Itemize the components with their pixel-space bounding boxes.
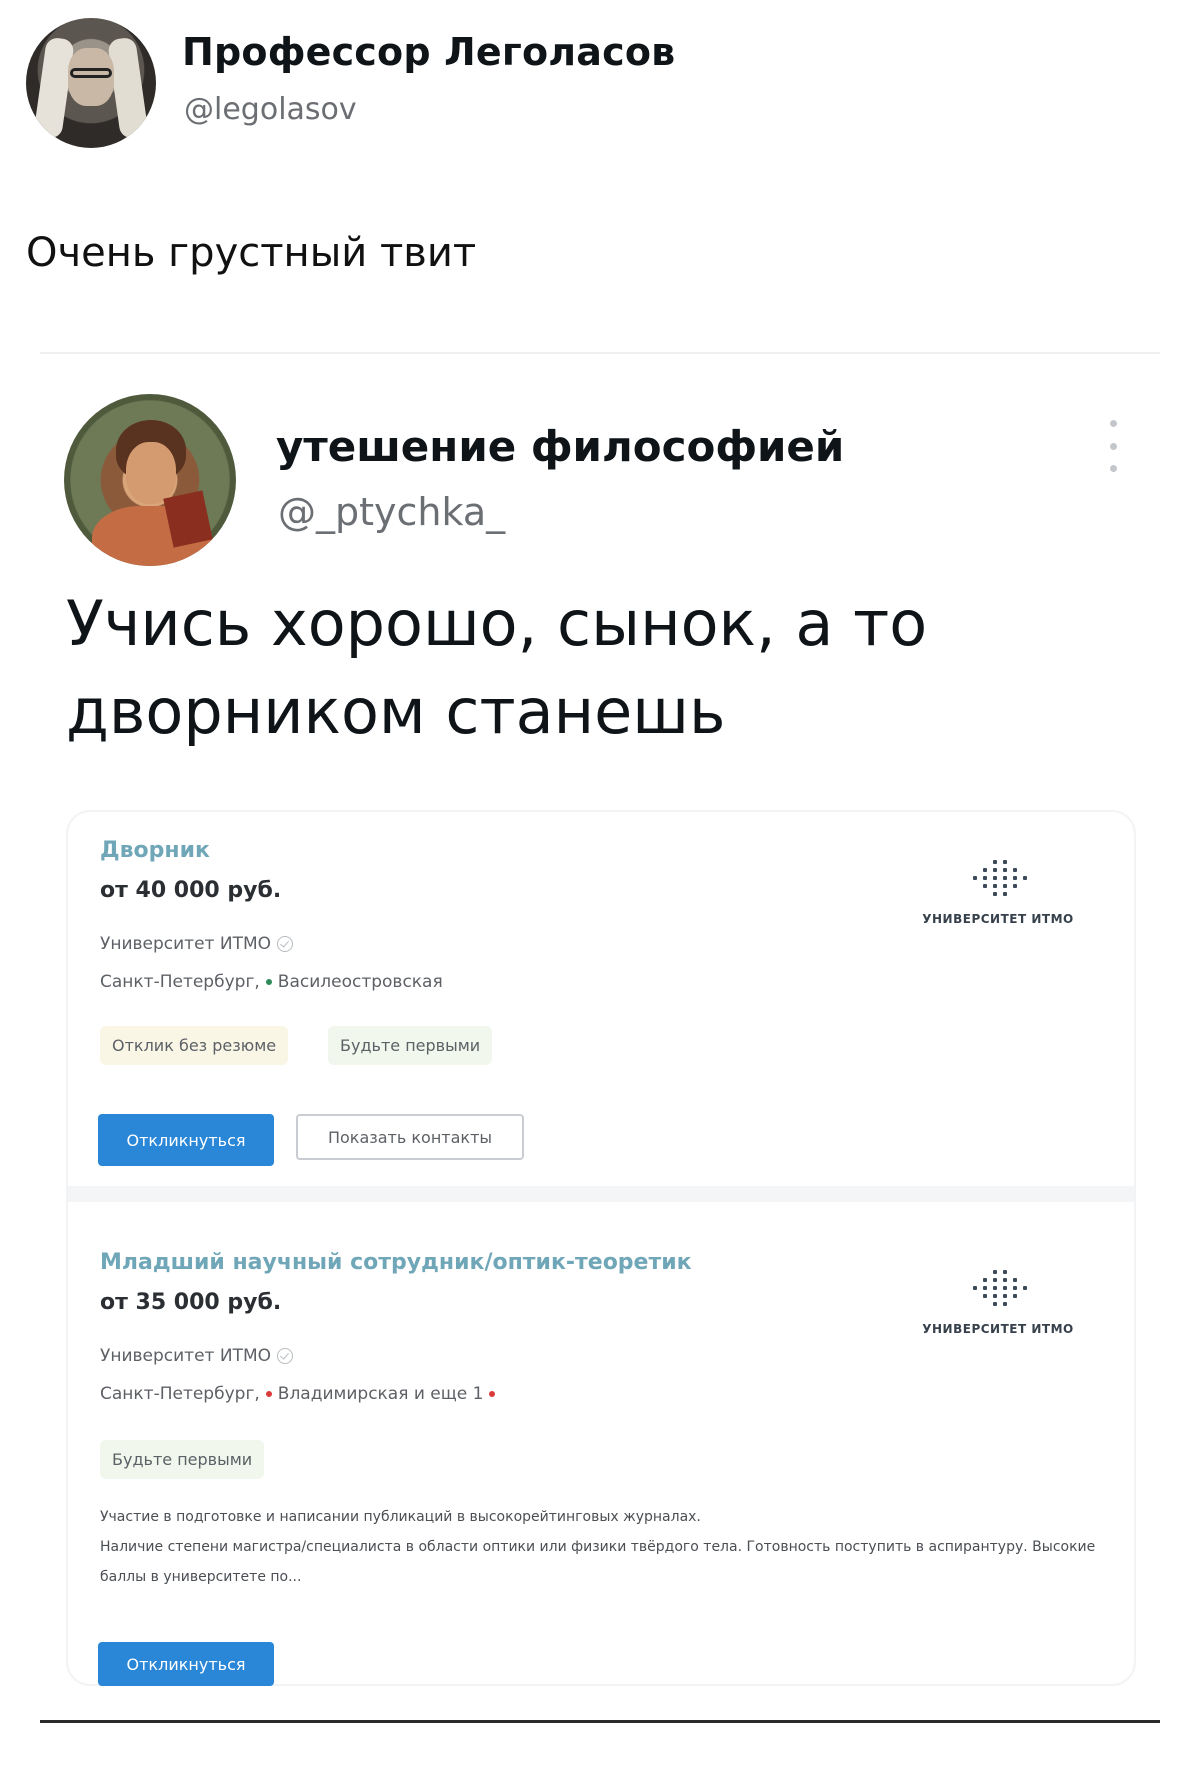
inner-author-avatar[interactable] (64, 394, 236, 566)
inner-author-handle[interactable]: @_ptychka_ (278, 490, 505, 534)
city: Санкт-Петербург, (100, 972, 260, 992)
apply-button[interactable]: Откликнуться (98, 1114, 274, 1166)
outer-author-handle[interactable]: @legolasov (184, 92, 357, 127)
vacancy-description-line: Участие в подготовке и написании публика… (100, 1509, 701, 1525)
vacancy-description: Участие в подготовке и написании публика… (100, 1502, 1100, 1592)
vacancy-title-link[interactable]: Младший научный сотрудник/оптик-теоретик (100, 1250, 692, 1275)
employer-name[interactable]: Университет ИТМО (100, 934, 271, 954)
vacancy-salary: от 40 000 руб. (100, 878, 282, 903)
itmo-logo-mark-icon (953, 856, 1043, 906)
metro-dot-icon (265, 1391, 272, 1397)
vacancy-location: Санкт-Петербург, Владимирская и еще 1 (100, 1384, 501, 1404)
tag-no-resume: Отклик без резюме (100, 1026, 289, 1065)
city: Санкт-Петербург, (100, 1384, 260, 1404)
itmo-logo-text: УНИВЕРСИТЕТ ИТМО (922, 912, 1074, 926)
vacancy-employer[interactable]: Университет ИТМО (100, 1346, 294, 1366)
vacancy-employer[interactable]: Университет ИТМО (100, 934, 294, 954)
outer-tweet-text: Очень грустный твит (26, 230, 477, 276)
metro-dot-icon (489, 1391, 496, 1397)
itmo-logo[interactable]: УНИВЕРСИТЕТ ИТМО (898, 1266, 1098, 1336)
metro-dot-icon (265, 979, 272, 985)
apply-button[interactable]: Откликнуться (98, 1642, 274, 1686)
vacancy-title-link[interactable]: Дворник (100, 838, 210, 863)
divider (40, 352, 1160, 354)
outer-author-avatar[interactable] (26, 18, 156, 148)
metro-station: Василеостровская (277, 972, 443, 992)
vacancy-description-line: Наличие степени магистра/специалиста в о… (100, 1539, 1096, 1585)
itmo-logo-text: УНИВЕРСИТЕТ ИТМО (922, 1322, 1074, 1336)
itmo-logo-mark-icon (953, 1266, 1043, 1316)
show-contacts-button[interactable]: Показать контакты (296, 1114, 524, 1160)
verified-check-icon (277, 936, 294, 952)
bottom-rule (40, 1720, 1160, 1723)
tag-be-first: Будьте первыми (328, 1026, 493, 1065)
vacancy-separator (68, 1186, 1134, 1202)
itmo-logo[interactable]: УНИВЕРСИТЕТ ИТМО (898, 856, 1098, 926)
tag-be-first: Будьте первыми (100, 1440, 265, 1479)
verified-check-icon (277, 1348, 294, 1364)
vacancy-salary: от 35 000 руб. (100, 1290, 282, 1315)
inner-tweet-text: Учись хорошо, сынок, а то дворником стан… (66, 587, 928, 748)
outer-author-name[interactable]: Профессор Леголасов (182, 30, 675, 74)
more-vertical-icon[interactable] (1106, 420, 1120, 472)
vacancy-location: Санкт-Петербург, Василеостровская (100, 972, 443, 992)
inner-author-name[interactable]: утешение философией (276, 422, 844, 471)
metro-station: Владимирская и еще 1 (277, 1384, 484, 1404)
employer-name[interactable]: Университет ИТМО (100, 1346, 271, 1366)
